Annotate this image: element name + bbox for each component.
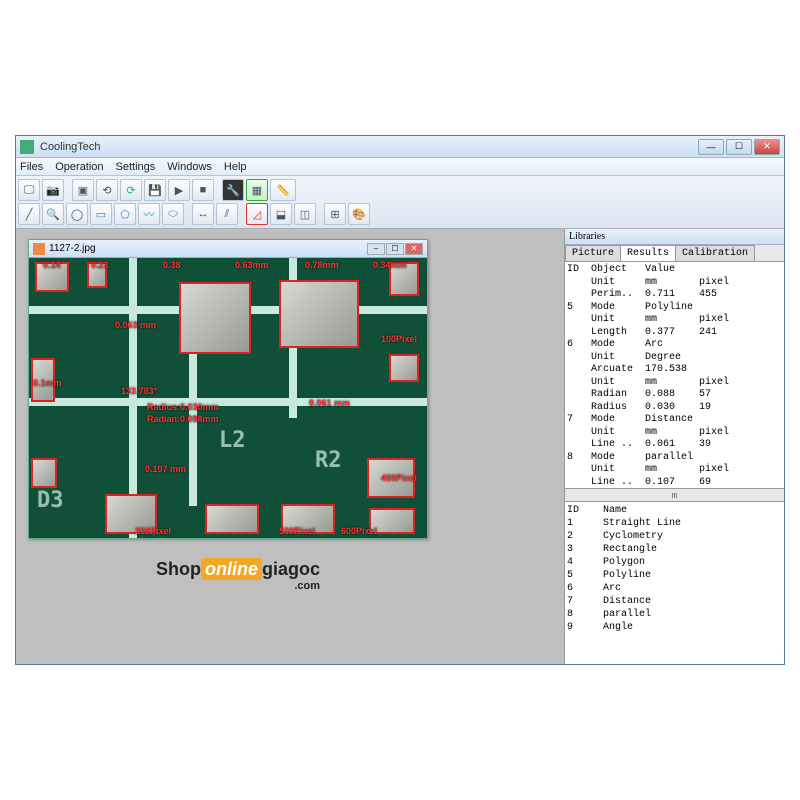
grid-icon[interactable]: ▦ [246, 179, 268, 201]
annot-top1: 0.14 [43, 260, 61, 270]
results-list[interactable]: ID Object Value Unit mm pixel Perim.. 0.… [565, 262, 784, 488]
maximize-button[interactable]: ☐ [726, 139, 752, 155]
save-icon[interactable]: 💾 [144, 179, 166, 201]
angle-tool-icon[interactable]: ◿ [246, 203, 268, 225]
app-icon [20, 140, 34, 154]
close-button[interactable]: ✕ [754, 139, 780, 155]
stop-icon[interactable]: ■ [192, 179, 214, 201]
menu-settings[interactable]: Settings [116, 161, 156, 173]
annot-line2: 0.061 mm [309, 398, 350, 408]
tab-calibration[interactable]: Calibration [675, 245, 755, 261]
line-tool-icon[interactable]: ╱ [18, 203, 40, 225]
play-icon[interactable]: ▶ [168, 179, 190, 201]
annot-radius1: Radius:0.030mm [147, 402, 219, 412]
annot-px600: 600Pixel [341, 526, 377, 536]
annot-px200: 200Pixel [135, 526, 171, 536]
wm-online: online [201, 558, 262, 580]
annot-top2: 0.23 [91, 260, 109, 270]
zoom-icon[interactable]: 🔍 [42, 203, 64, 225]
camera-icon[interactable]: 📷 [42, 179, 64, 201]
side-panel: Libraries Picture Results Calibration ID… [564, 229, 784, 664]
refresh-icon[interactable]: ⟳ [120, 179, 142, 201]
palette-icon[interactable]: 🎨 [348, 203, 370, 225]
annot-radius2: Radian:0.088mm [147, 414, 219, 424]
menubar: Files Operation Settings Windows Help [16, 158, 784, 176]
circle-tool-icon[interactable]: ◯ [66, 203, 88, 225]
annot-px500: 500Pixel [279, 526, 315, 536]
ruler-icon[interactable]: 📏 [270, 179, 296, 201]
watermark: Shoponlinegiagoc .com [156, 559, 320, 592]
split-v-icon[interactable]: ◫ [294, 203, 316, 225]
app-window: CoolingTech — ☐ ✕ Files Operation Settin… [15, 135, 785, 665]
split-h-icon[interactable]: ⬓ [270, 203, 292, 225]
doc-titlebar: 1127-2.jpg – ☐ ✕ [29, 240, 427, 258]
names-list[interactable]: ID Name1 Straight Line 2 Cyclometry 3 Re… [565, 502, 784, 664]
doc-title: 1127-2.jpg [49, 243, 366, 254]
doc-close-button[interactable]: ✕ [405, 243, 423, 255]
annot-angle: 133.783° [121, 386, 157, 396]
toolbar: 🖵 📷 ▣ ⟲ ⟳ 💾 ▶ ■ 🔧 ▦ 📏 ╱ 🔍 ◯ ▭ ⬠ 〰 ⬭ ↔ ⫽ [16, 176, 784, 229]
wm-shop: Shop [156, 559, 201, 579]
minimize-button[interactable]: — [698, 139, 724, 155]
wm-com: .com [156, 580, 320, 592]
annot-px400: 400Pixel [381, 473, 417, 483]
side-title: Libraries [565, 229, 784, 245]
menu-files[interactable]: Files [20, 161, 43, 173]
tab-results[interactable]: Results [620, 245, 676, 261]
wm-giagoc: giagoc [262, 559, 320, 579]
annot-top4: 0.63mm [235, 260, 269, 270]
menu-windows[interactable]: Windows [167, 161, 212, 173]
silk-l2: L2 [219, 428, 246, 453]
document-window: 1127-2.jpg – ☐ ✕ [28, 239, 428, 539]
rect-tool-icon[interactable]: ▭ [90, 203, 112, 225]
document-image[interactable]: D3 L2 R2 0.063 mm 133.783° Radius:0.030m… [29, 258, 427, 538]
annot-top5: 0.78mm [305, 260, 339, 270]
menu-help[interactable]: Help [224, 161, 247, 173]
annot-px100: 100Pixel [381, 334, 417, 344]
names-header: ID Name [567, 504, 782, 517]
annot-top6: 0.34mm [373, 260, 407, 270]
canvas-area: 1127-2.jpg – ☐ ✕ [16, 229, 564, 664]
annot-dist1: 0.063 mm [115, 320, 156, 330]
doc-max-button[interactable]: ☐ [386, 243, 404, 255]
wrench-icon[interactable]: 🔧 [222, 179, 244, 201]
app-title: CoolingTech [40, 141, 698, 153]
tab-picture[interactable]: Picture [565, 245, 621, 261]
dim-icon[interactable]: ↔ [192, 203, 214, 225]
side-tabs: Picture Results Calibration [565, 245, 784, 262]
doc-icon [33, 243, 45, 255]
polygon-tool-icon[interactable]: ⬠ [114, 203, 136, 225]
ellipse-tool-icon[interactable]: ⬭ [162, 203, 184, 225]
silk-d3: D3 [37, 488, 64, 513]
panel-divider[interactable]: m [565, 488, 784, 502]
crop-icon[interactable]: ▣ [72, 179, 94, 201]
monitor-icon[interactable]: 🖵 [18, 179, 40, 201]
titlebar: CoolingTech — ☐ ✕ [16, 136, 784, 158]
annot-top3: 0.38 [163, 260, 181, 270]
polyline-tool-icon[interactable]: 〰 [138, 203, 160, 225]
annot-dist2: 0.1mm [33, 378, 62, 388]
silk-r2: R2 [315, 448, 342, 473]
split-icon[interactable]: ⊞ [324, 203, 346, 225]
workspace: 1127-2.jpg – ☐ ✕ [16, 229, 784, 664]
parallel-icon[interactable]: ⫽ [216, 203, 238, 225]
annot-line1: 0.107 mm [145, 464, 186, 474]
doc-min-button[interactable]: – [367, 243, 385, 255]
rotate-icon[interactable]: ⟲ [96, 179, 118, 201]
results-header: ID Object Value [567, 264, 782, 277]
menu-operation[interactable]: Operation [55, 161, 103, 173]
